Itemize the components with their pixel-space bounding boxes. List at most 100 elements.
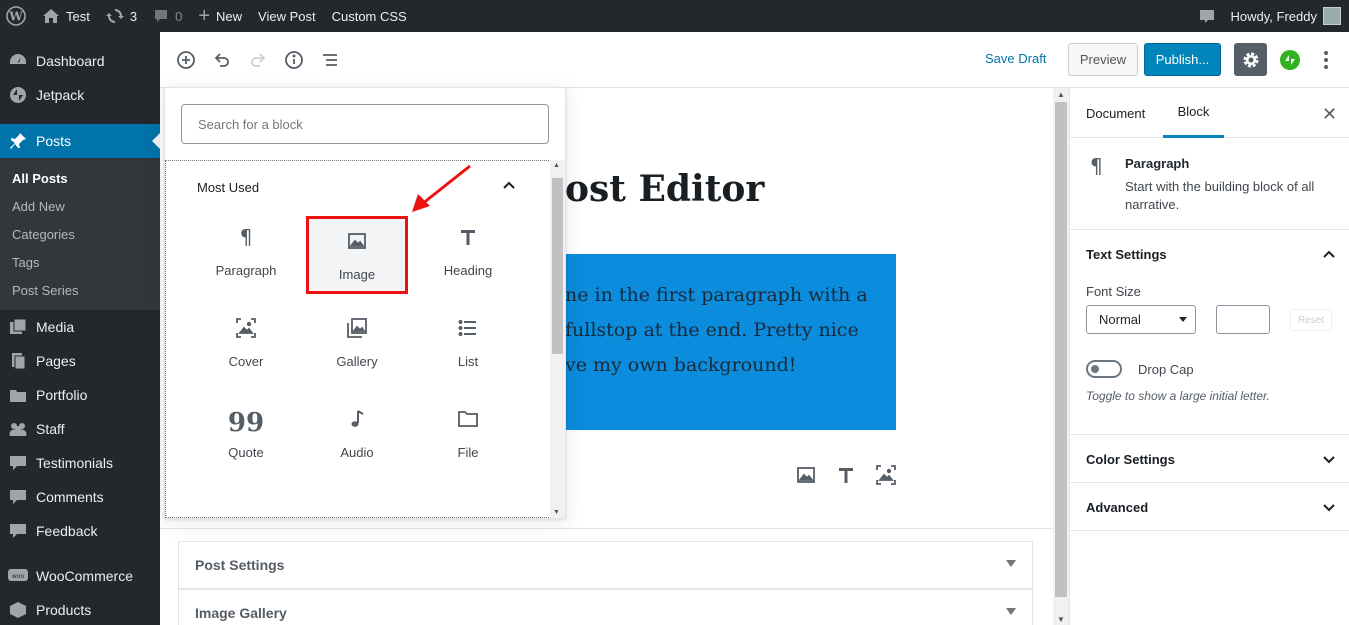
section-title[interactable]: Most Used: [197, 180, 259, 195]
comments-link[interactable]: 0: [145, 0, 190, 32]
block-card-title: Paragraph: [1125, 156, 1190, 171]
testimonials-icon: [8, 453, 28, 473]
paragraph-block[interactable]: ne in the first paragraph with a fullsto…: [565, 254, 896, 430]
block-card: ¶ Paragraph Start with the building bloc…: [1070, 138, 1349, 230]
menu-feedback[interactable]: Feedback: [0, 514, 160, 548]
panel-title[interactable]: Text Settings: [1086, 247, 1167, 262]
scroll-up-arrow-icon[interactable]: ▲: [1053, 88, 1069, 100]
drop-cap-toggle[interactable]: [1086, 360, 1122, 378]
jetpack-icon[interactable]: [1280, 50, 1300, 70]
updates-icon: [105, 9, 124, 23]
font-size-custom-input[interactable]: [1216, 305, 1270, 334]
more-options-icon[interactable]: [1320, 49, 1332, 71]
scroll-down-arrow-icon[interactable]: ▼: [553, 509, 560, 516]
scrollbar-thumb[interactable]: [552, 178, 563, 354]
menu-products[interactable]: Products: [0, 593, 160, 625]
inserter-scrollbar[interactable]: ▲ ▼: [550, 160, 565, 518]
post-title[interactable]: ost Editor: [565, 168, 764, 210]
home-icon: [43, 9, 59, 23]
panel-color-settings[interactable]: Color Settings: [1070, 435, 1349, 483]
block-item-audio[interactable]: Audio: [307, 393, 407, 469]
chevron-down-icon[interactable]: [1322, 452, 1336, 466]
editor-scrollbar[interactable]: ▲ ▼: [1053, 88, 1069, 625]
feedback-icon: [8, 521, 28, 541]
paragraph-icon: ¶: [239, 225, 253, 249]
block-item-paragraph[interactable]: ¶ Paragraph: [196, 211, 296, 287]
chevron-up-icon[interactable]: [502, 178, 516, 192]
products-icon: [8, 600, 28, 620]
block-item-image[interactable]: Image: [306, 216, 408, 294]
block-item-gallery[interactable]: Gallery: [307, 302, 407, 378]
view-post-label: View Post: [258, 8, 316, 24]
block-label: List: [457, 354, 479, 369]
publish-button[interactable]: Publish...: [1144, 43, 1221, 76]
notifications-icon[interactable]: [1191, 0, 1223, 32]
cover-icon: [234, 316, 258, 340]
menu-media[interactable]: Media: [0, 310, 160, 344]
info-icon[interactable]: [282, 48, 306, 72]
tab-document[interactable]: Document: [1086, 88, 1145, 138]
menu-posts[interactable]: Posts: [0, 124, 160, 158]
block-item-cover[interactable]: Cover: [196, 302, 296, 378]
image-icon: [345, 229, 369, 253]
wordpress-logo-icon[interactable]: W: [0, 0, 34, 32]
save-draft-button[interactable]: Save Draft: [985, 51, 1046, 66]
preview-button[interactable]: Preview: [1068, 43, 1138, 76]
view-post-link[interactable]: View Post: [250, 0, 324, 32]
image-icon[interactable]: [795, 464, 817, 486]
panel-advanced[interactable]: Advanced: [1070, 483, 1349, 531]
font-size-select[interactable]: Normal: [1086, 305, 1196, 334]
submenu-add-new[interactable]: Add New: [0, 192, 160, 220]
block-search-input[interactable]: Search for a block: [181, 104, 549, 144]
menu-testimonials[interactable]: Testimonials: [0, 446, 160, 480]
chevron-down-icon[interactable]: [1322, 500, 1336, 514]
menu-label: Media: [36, 319, 75, 335]
menu-woocommerce[interactable]: woo WooCommerce: [0, 559, 160, 593]
metabox-post-settings[interactable]: Post Settings: [178, 541, 1033, 589]
close-icon[interactable]: ✕: [1322, 104, 1337, 125]
chevron-up-icon[interactable]: [1322, 247, 1336, 261]
menu-jetpack[interactable]: Jetpack: [0, 78, 160, 112]
block-item-list[interactable]: List: [418, 302, 518, 378]
block-item-quote[interactable]: 99 Quote: [196, 393, 296, 469]
settings-gear-icon[interactable]: [1234, 43, 1267, 76]
menu-comments[interactable]: Comments: [0, 480, 160, 514]
new-content-link[interactable]: + New: [190, 0, 250, 32]
menu-label: WooCommerce: [36, 568, 133, 584]
comments-count: 0: [175, 8, 183, 24]
submenu-categories[interactable]: Categories: [0, 220, 160, 248]
scroll-up-arrow-icon[interactable]: ▲: [553, 162, 560, 169]
metabox-image-gallery[interactable]: Image Gallery: [178, 589, 1033, 625]
heading-icon[interactable]: [835, 464, 857, 486]
undo-icon[interactable]: [210, 48, 234, 72]
menu-staff[interactable]: Staff: [0, 412, 160, 446]
redo-icon[interactable]: [246, 48, 270, 72]
menu-pages[interactable]: Pages: [0, 344, 160, 378]
menu-portfolio[interactable]: Portfolio: [0, 378, 160, 412]
staff-icon: [8, 419, 28, 439]
submenu-post-series[interactable]: Post Series: [0, 276, 160, 304]
outline-list-icon[interactable]: [318, 48, 342, 72]
block-item-heading[interactable]: Heading: [418, 211, 518, 287]
submenu-all-posts[interactable]: All Posts: [0, 164, 160, 192]
tab-block[interactable]: Block: [1163, 88, 1224, 138]
menu-dashboard[interactable]: Dashboard: [0, 44, 160, 78]
paragraph-text: ne in the first paragraph with a fullsto…: [565, 278, 868, 383]
caret-down-icon: [1006, 560, 1016, 572]
greeting: Howdy, Freddy: [1230, 8, 1317, 24]
custom-css-link[interactable]: Custom CSS: [324, 0, 415, 32]
paragraph-line: ve my own background!: [565, 354, 797, 376]
updates-link[interactable]: 3: [98, 0, 145, 32]
block-item-file[interactable]: File: [418, 393, 518, 469]
svg-text:woo: woo: [12, 573, 25, 580]
add-block-plus-icon[interactable]: [174, 48, 198, 72]
comments-icon: [8, 487, 28, 507]
block-label: Paragraph: [215, 263, 277, 278]
reset-button[interactable]: Reset: [1290, 309, 1332, 331]
scroll-down-arrow-icon[interactable]: ▼: [1053, 613, 1069, 625]
submenu-tags[interactable]: Tags: [0, 248, 160, 276]
site-name-link[interactable]: Test: [34, 0, 98, 32]
cover-icon[interactable]: [875, 464, 897, 486]
my-account-link[interactable]: Howdy, Freddy: [1223, 0, 1349, 32]
scrollbar-thumb[interactable]: [1055, 102, 1067, 597]
